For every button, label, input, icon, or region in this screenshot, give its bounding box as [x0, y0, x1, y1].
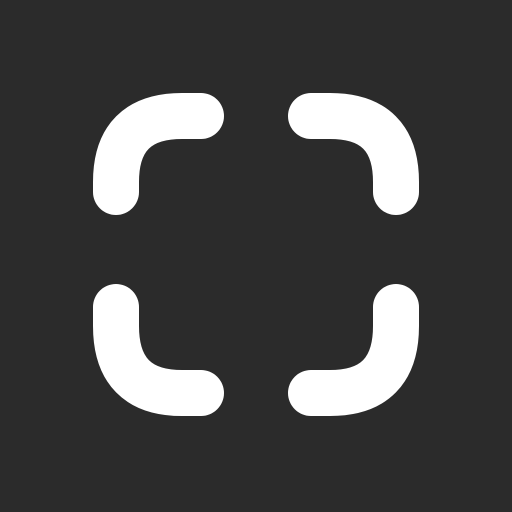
corner-top-left	[93, 93, 224, 215]
corner-bottom-right	[288, 284, 419, 416]
scan-frame-icon	[93, 93, 419, 416]
corner-top-right	[288, 93, 419, 215]
app-icon-background	[0, 0, 512, 512]
corner-bottom-left	[93, 284, 224, 416]
